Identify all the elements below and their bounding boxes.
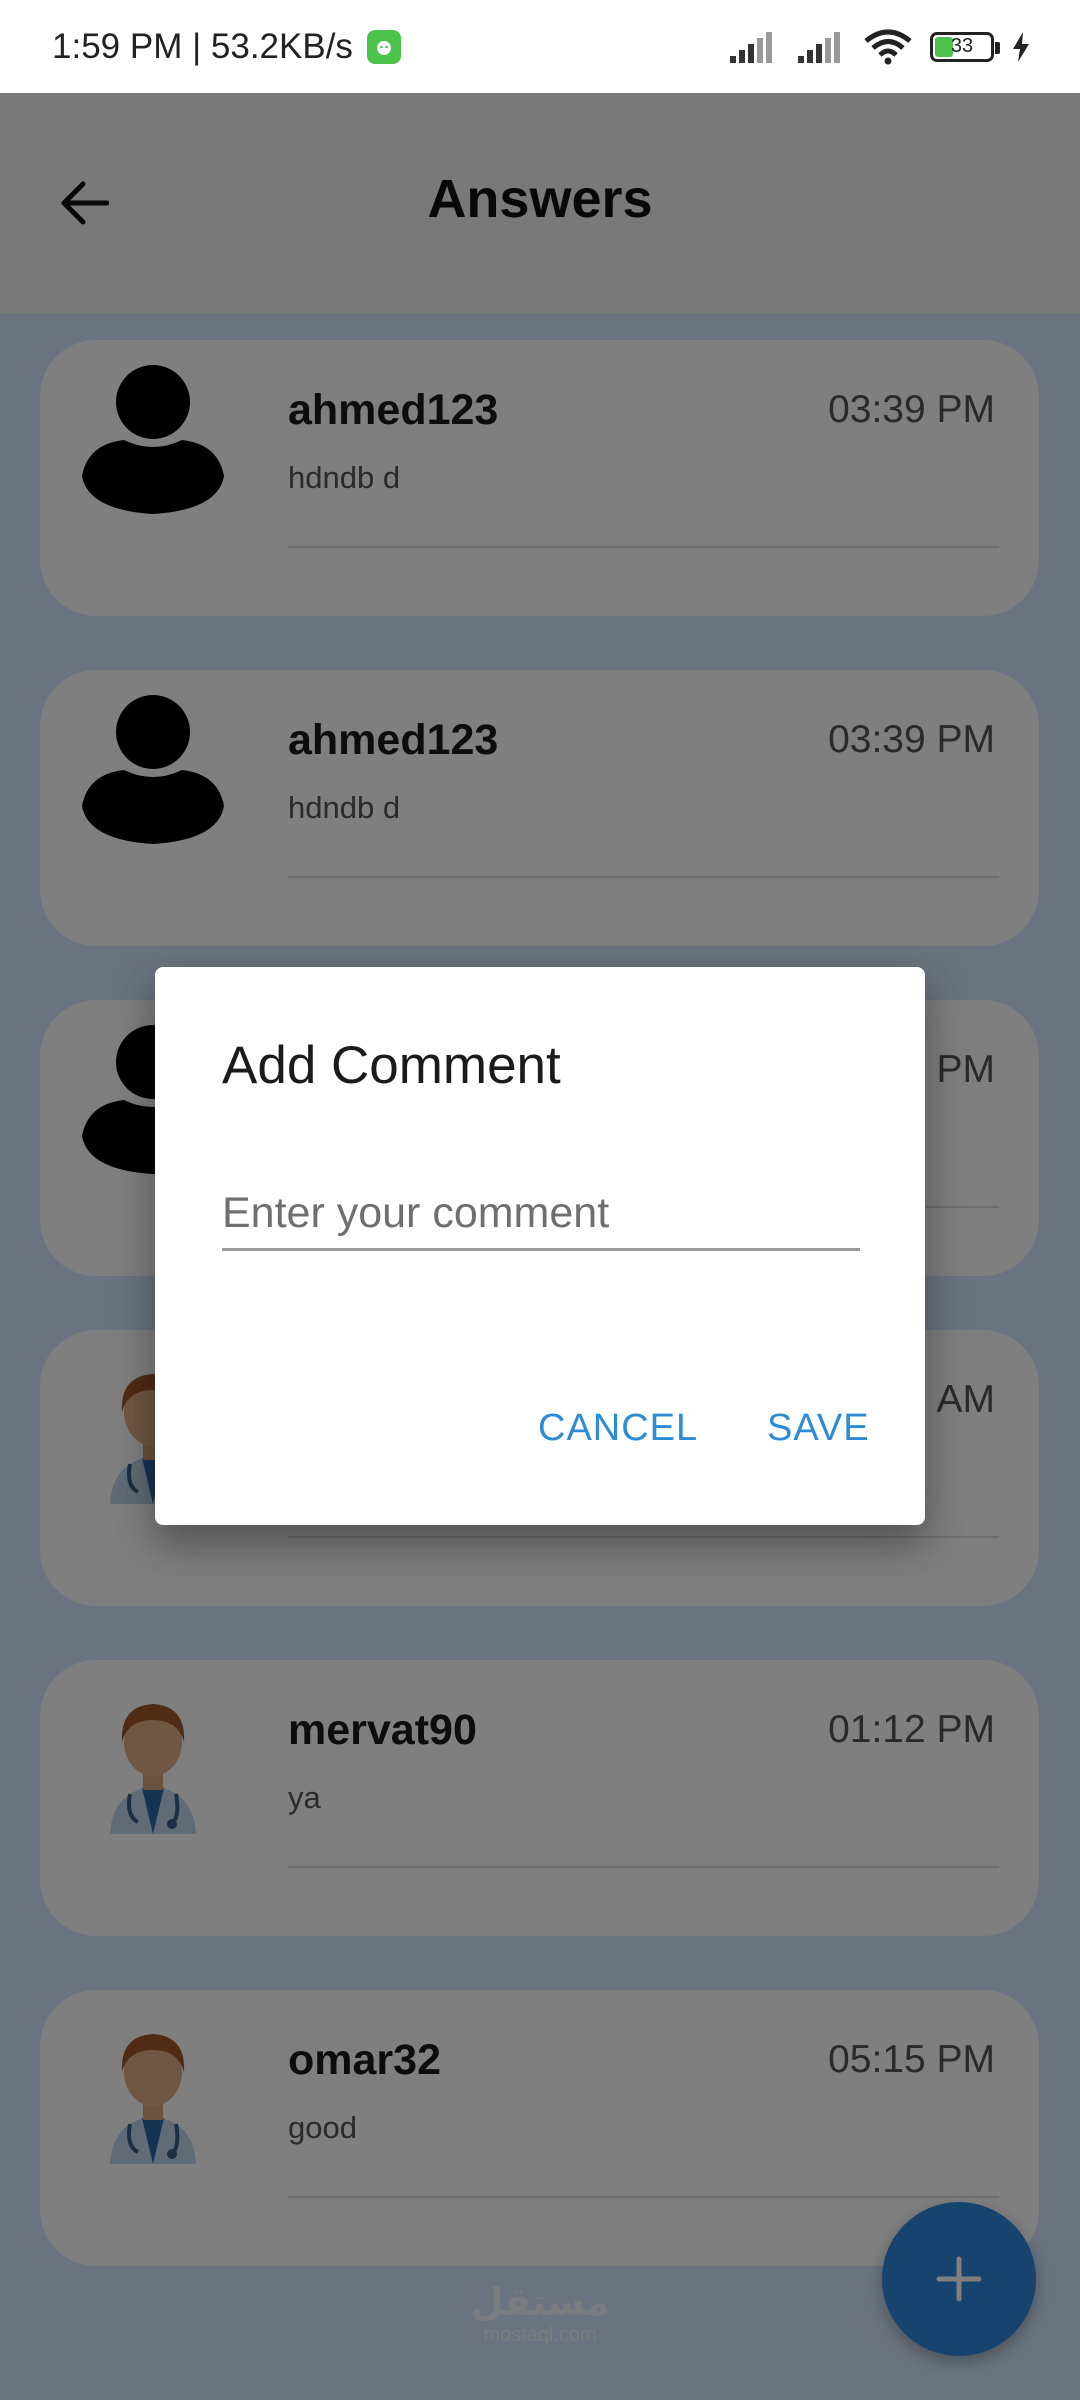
dialog-title: Add Comment [222,1036,561,1095]
cellular-signal-icon [730,31,772,63]
add-comment-dialog: Add Comment CANCEL SAVE [155,967,925,1525]
screen: 1:59 PM | 53.2KB/s 33 Add Comment Enter … [0,0,1080,2400]
status-left: 1:59 PM | 53.2KB/s [52,27,401,67]
cellular-signal-2-icon [798,31,840,63]
wifi-icon [864,29,912,64]
comment-input[interactable] [222,1179,860,1251]
cancel-button[interactable]: CANCEL [538,1407,698,1450]
battery-level: 33 [950,35,974,57]
status-bar: 1:59 PM | 53.2KB/s 33 [0,0,1080,93]
status-right: 33 [728,29,1030,65]
charging-icon [1013,31,1029,62]
save-button[interactable]: SAVE [767,1407,870,1450]
status-time-speed: 1:59 PM | 53.2KB/s [52,26,353,66]
notification-app-icon [366,29,401,64]
battery-icon: 33 [930,31,1000,62]
